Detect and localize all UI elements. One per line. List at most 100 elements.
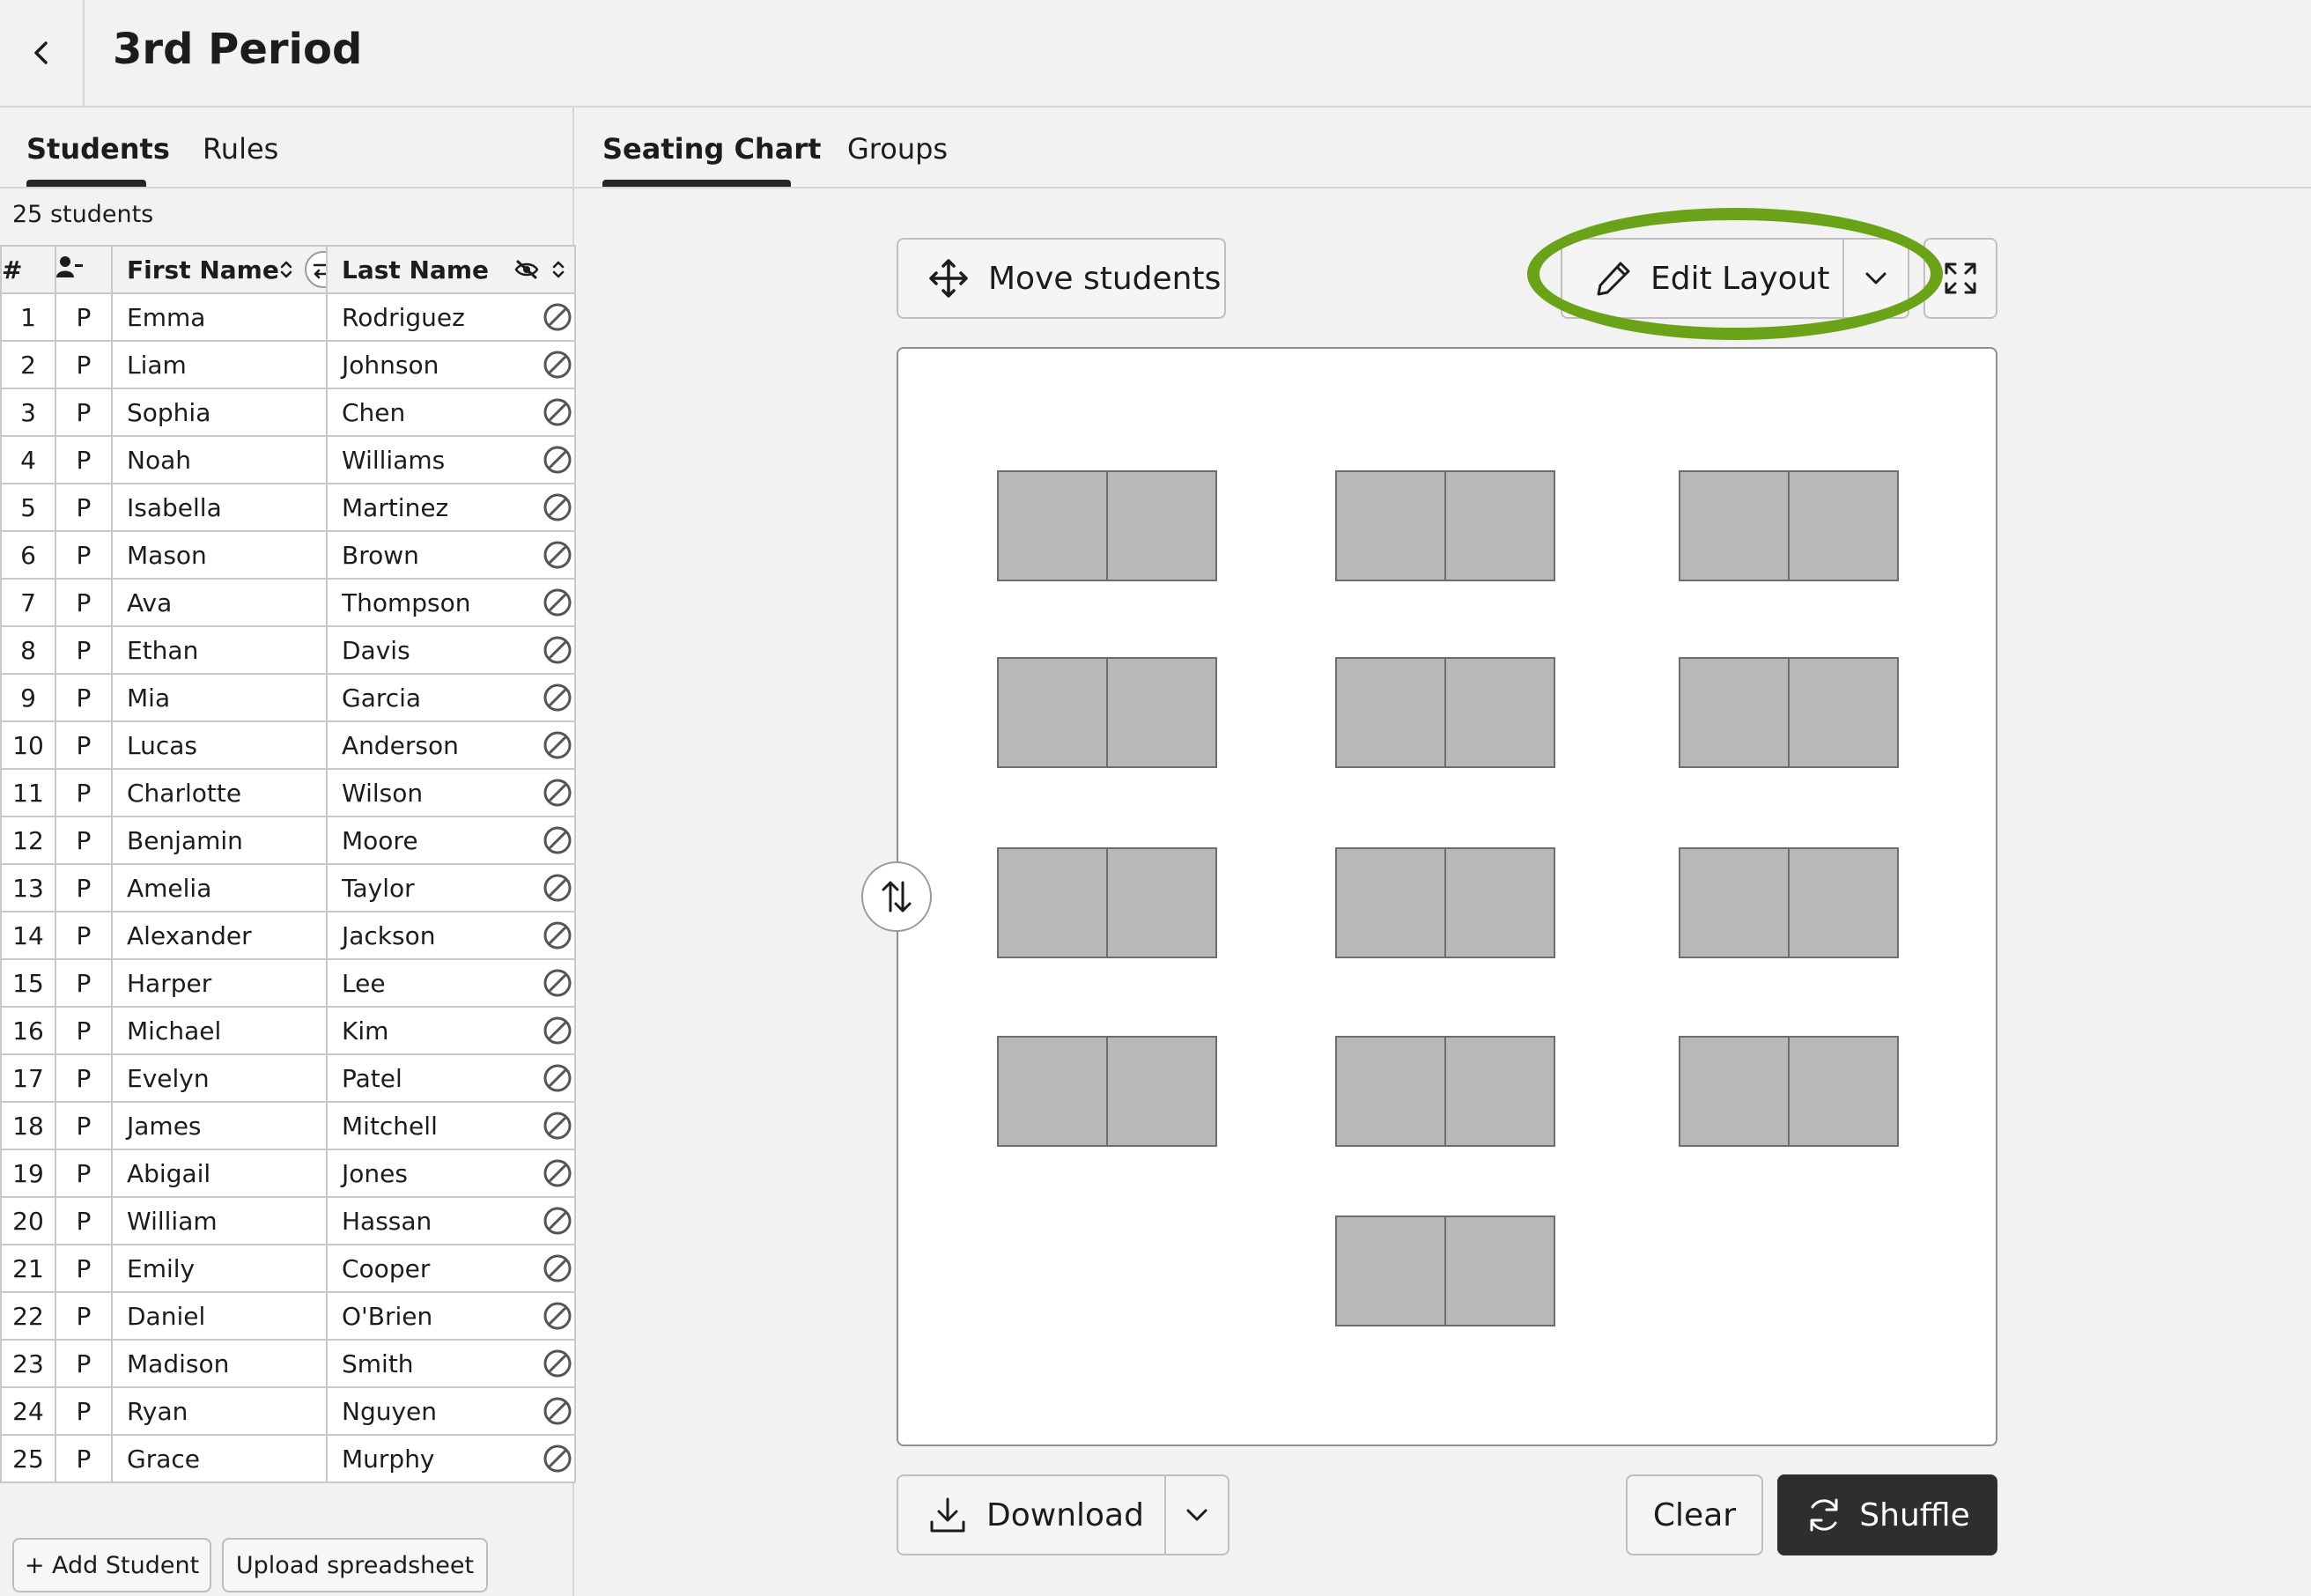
table-row[interactable]: 11 P Charlotte Wilson: [0, 768, 576, 817]
exclude-button[interactable]: [543, 1016, 572, 1046]
first-name-cell[interactable]: Ava: [111, 578, 328, 627]
table-row[interactable]: 19 P Abigail Jones: [0, 1149, 576, 1198]
back-button[interactable]: [0, 0, 85, 106]
table-row[interactable]: 6 P Mason Brown: [0, 530, 576, 580]
first-name-cell[interactable]: Isabella: [111, 483, 328, 532]
last-name-cell[interactable]: Garcia: [326, 673, 576, 722]
table-row[interactable]: 10 P Lucas Anderson: [0, 720, 576, 770]
exclude-button[interactable]: [543, 1396, 572, 1426]
desk[interactable]: [1679, 1036, 1899, 1147]
edit-layout-button[interactable]: Edit Layout: [1562, 240, 1844, 317]
table-row[interactable]: 7 P Ava Thompson: [0, 578, 576, 627]
desk[interactable]: [1335, 1036, 1555, 1147]
seat[interactable]: [1337, 849, 1444, 957]
exclude-button[interactable]: [543, 778, 572, 808]
table-row[interactable]: 23 P Madison Smith: [0, 1339, 576, 1388]
first-name-cell[interactable]: Mia: [111, 673, 328, 722]
last-name-cell[interactable]: Murphy: [326, 1434, 576, 1483]
shuffle-button[interactable]: Shuffle: [1777, 1474, 1997, 1555]
desk[interactable]: [1679, 847, 1899, 958]
seat[interactable]: [999, 1038, 1106, 1145]
first-name-cell[interactable]: Emily: [111, 1244, 328, 1293]
last-name-cell[interactable]: Nguyen: [326, 1386, 576, 1436]
last-name-cell[interactable]: Davis: [326, 625, 576, 675]
exclude-button[interactable]: [543, 1111, 572, 1141]
last-name-cell[interactable]: Johnson: [326, 340, 576, 389]
exclude-button[interactable]: [543, 1253, 572, 1283]
exclude-button[interactable]: [543, 1206, 572, 1236]
table-row[interactable]: 15 P Harper Lee: [0, 958, 576, 1008]
edit-layout-dropdown[interactable]: [1844, 240, 1908, 317]
sort-icon[interactable]: [551, 259, 565, 280]
seat[interactable]: [1444, 659, 1554, 766]
desk[interactable]: [1335, 1215, 1555, 1326]
table-row[interactable]: 3 P Sophia Chen: [0, 388, 576, 437]
seat[interactable]: [1788, 849, 1897, 957]
seat[interactable]: [1788, 659, 1897, 766]
first-name-cell[interactable]: Ryan: [111, 1386, 328, 1436]
seat[interactable]: [1788, 1038, 1897, 1145]
seat[interactable]: [1106, 472, 1215, 580]
tab-students[interactable]: Students: [26, 132, 170, 166]
exclude-button[interactable]: [543, 1063, 572, 1093]
exclude-button[interactable]: [543, 1444, 572, 1474]
tab-groups[interactable]: Groups: [847, 132, 948, 166]
seat[interactable]: [999, 849, 1106, 957]
seat[interactable]: [999, 659, 1106, 766]
tab-seating-chart[interactable]: Seating Chart: [602, 132, 821, 166]
seat[interactable]: [999, 472, 1106, 580]
exclude-button[interactable]: [543, 302, 572, 332]
fullscreen-button[interactable]: [1923, 238, 1997, 319]
desk[interactable]: [1679, 657, 1899, 768]
tab-rules[interactable]: Rules: [203, 132, 278, 166]
table-row[interactable]: 17 P Evelyn Patel: [0, 1053, 576, 1103]
first-name-cell[interactable]: Noah: [111, 435, 328, 484]
seat[interactable]: [1337, 1038, 1444, 1145]
desk[interactable]: [997, 657, 1217, 768]
seat[interactable]: [1106, 1038, 1215, 1145]
last-name-cell[interactable]: Brown: [326, 530, 576, 580]
first-name-cell[interactable]: Harper: [111, 958, 328, 1008]
exclude-button[interactable]: [543, 968, 572, 998]
first-name-cell[interactable]: James: [111, 1101, 328, 1150]
seat[interactable]: [1444, 849, 1554, 957]
table-row[interactable]: 13 P Amelia Taylor: [0, 863, 576, 913]
exclude-button[interactable]: [543, 1301, 572, 1331]
first-name-cell[interactable]: William: [111, 1196, 328, 1245]
desk[interactable]: [1679, 470, 1899, 581]
last-name-cell[interactable]: Moore: [326, 816, 576, 865]
seat[interactable]: [1444, 1038, 1554, 1145]
download-dropdown[interactable]: [1166, 1476, 1228, 1554]
table-row[interactable]: 4 P Noah Williams: [0, 435, 576, 484]
table-row[interactable]: 16 P Michael Kim: [0, 1006, 576, 1055]
seat[interactable]: [1337, 659, 1444, 766]
add-student-button[interactable]: + Add Student: [12, 1538, 211, 1592]
last-name-cell[interactable]: Wilson: [326, 768, 576, 817]
exclude-button[interactable]: [543, 445, 572, 475]
sort-icon[interactable]: [279, 259, 293, 280]
exclude-button[interactable]: [543, 587, 572, 617]
table-row[interactable]: 8 P Ethan Davis: [0, 625, 576, 675]
table-row[interactable]: 5 P Isabella Martinez: [0, 483, 576, 532]
first-name-cell[interactable]: Sophia: [111, 388, 328, 437]
desk[interactable]: [997, 470, 1217, 581]
last-name-cell[interactable]: Anderson: [326, 720, 576, 770]
first-name-cell[interactable]: Liam: [111, 340, 328, 389]
last-name-cell[interactable]: Martinez: [326, 483, 576, 532]
exclude-button[interactable]: [543, 1348, 572, 1378]
exclude-button[interactable]: [543, 683, 572, 713]
exclude-button[interactable]: [543, 825, 572, 855]
seat[interactable]: [1444, 1217, 1554, 1325]
table-row[interactable]: 18 P James Mitchell: [0, 1101, 576, 1150]
desk[interactable]: [1335, 847, 1555, 958]
first-name-cell[interactable]: Michael: [111, 1006, 328, 1055]
column-header-last-name[interactable]: Last Name: [326, 245, 576, 294]
first-name-cell[interactable]: Benjamin: [111, 816, 328, 865]
first-name-cell[interactable]: Amelia: [111, 863, 328, 913]
download-button[interactable]: Download: [898, 1476, 1166, 1554]
seat[interactable]: [1106, 849, 1215, 957]
move-students-button[interactable]: Move students: [897, 238, 1226, 319]
last-name-cell[interactable]: Mitchell: [326, 1101, 576, 1150]
first-name-cell[interactable]: Charlotte: [111, 768, 328, 817]
first-name-cell[interactable]: Evelyn: [111, 1053, 328, 1103]
